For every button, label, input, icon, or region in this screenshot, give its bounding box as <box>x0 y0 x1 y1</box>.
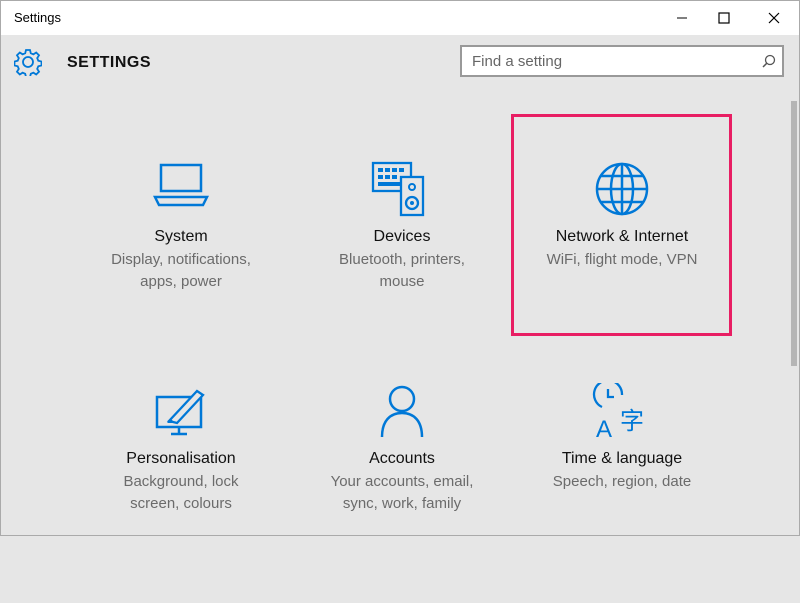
title-bar: Settings <box>1 1 799 35</box>
tile-description: Speech, region, date <box>552 473 692 490</box>
tile-system[interactable]: System Display, notifications, apps, pow… <box>71 161 291 381</box>
devices-icon <box>371 161 425 217</box>
gear-icon <box>14 49 42 76</box>
page-title: SETTINGS <box>67 54 152 71</box>
tile-accounts[interactable]: Accounts Your accounts, email, sync, wor… <box>292 383 512 603</box>
scrollbar[interactable] <box>791 101 797 366</box>
minimize-button[interactable] <box>659 1 705 35</box>
tile-label: Personalisation <box>126 450 236 467</box>
settings-window: Settings SETTINGS Find a setting System … <box>0 0 800 536</box>
tile-personalisation[interactable]: Personalisation Background, lock screen,… <box>71 383 291 603</box>
time-language-icon: A 字 <box>592 383 644 439</box>
person-icon <box>380 385 424 438</box>
maximize-icon <box>718 12 730 24</box>
tile-description: apps, power <box>140 273 222 290</box>
settings-header: SETTINGS <box>1 35 799 93</box>
tile-description: screen, colours <box>130 495 232 512</box>
search-icon[interactable] <box>762 54 776 68</box>
laptop-icon <box>153 163 209 207</box>
tile-description: Background, lock <box>123 473 239 490</box>
highlight-box <box>511 114 732 336</box>
tile-description: sync, work, family <box>342 495 462 512</box>
close-button[interactable] <box>751 1 797 35</box>
tile-description: mouse <box>379 273 425 290</box>
tile-devices[interactable]: Devices Bluetooth, printers, mouse <box>292 161 512 381</box>
tile-label: Accounts <box>369 450 435 467</box>
minimize-icon <box>677 17 687 19</box>
tile-description: Your accounts, email, <box>330 473 474 490</box>
tile-time-language[interactable]: A 字 Time & language Speech, region, date <box>512 383 732 603</box>
window-title: Settings <box>14 10 61 25</box>
tile-label: Devices <box>373 228 431 245</box>
close-icon <box>768 12 780 24</box>
tile-description: Display, notifications, <box>111 251 251 268</box>
svg-text:A: A <box>596 416 612 439</box>
tile-label: System <box>154 228 208 245</box>
search-box[interactable] <box>460 45 784 77</box>
tile-label: Time & language <box>561 450 683 467</box>
search-input[interactable] <box>472 51 742 71</box>
svg-text:字: 字 <box>620 407 644 435</box>
maximize-button[interactable] <box>701 1 747 35</box>
tile-description: Bluetooth, printers, <box>339 251 465 268</box>
personalisation-icon <box>155 389 205 436</box>
